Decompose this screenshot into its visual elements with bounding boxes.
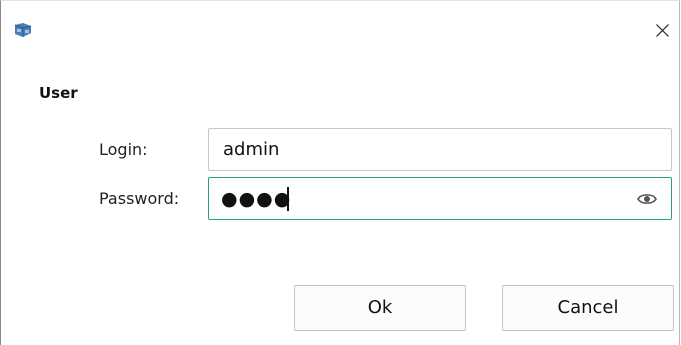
cancel-button[interactable]: Cancel — [502, 285, 674, 331]
login-input[interactable]: admin — [208, 128, 672, 171]
password-input[interactable]: ●●●● — [208, 177, 672, 220]
text-caret — [287, 187, 289, 211]
ok-button[interactable]: Ok — [294, 285, 466, 331]
eye-icon[interactable] — [637, 191, 657, 205]
login-dialog: User Login: admin Password: ●●●● Ok Canc… — [0, 0, 680, 345]
app-icon — [13, 22, 33, 38]
password-value: ●●●● — [221, 188, 292, 210]
password-label: Password: — [99, 189, 180, 208]
section-title: User — [39, 84, 78, 102]
login-label: Login: — [99, 140, 148, 159]
login-value: admin — [223, 139, 280, 160]
close-button[interactable] — [644, 15, 680, 45]
close-icon — [656, 24, 669, 37]
